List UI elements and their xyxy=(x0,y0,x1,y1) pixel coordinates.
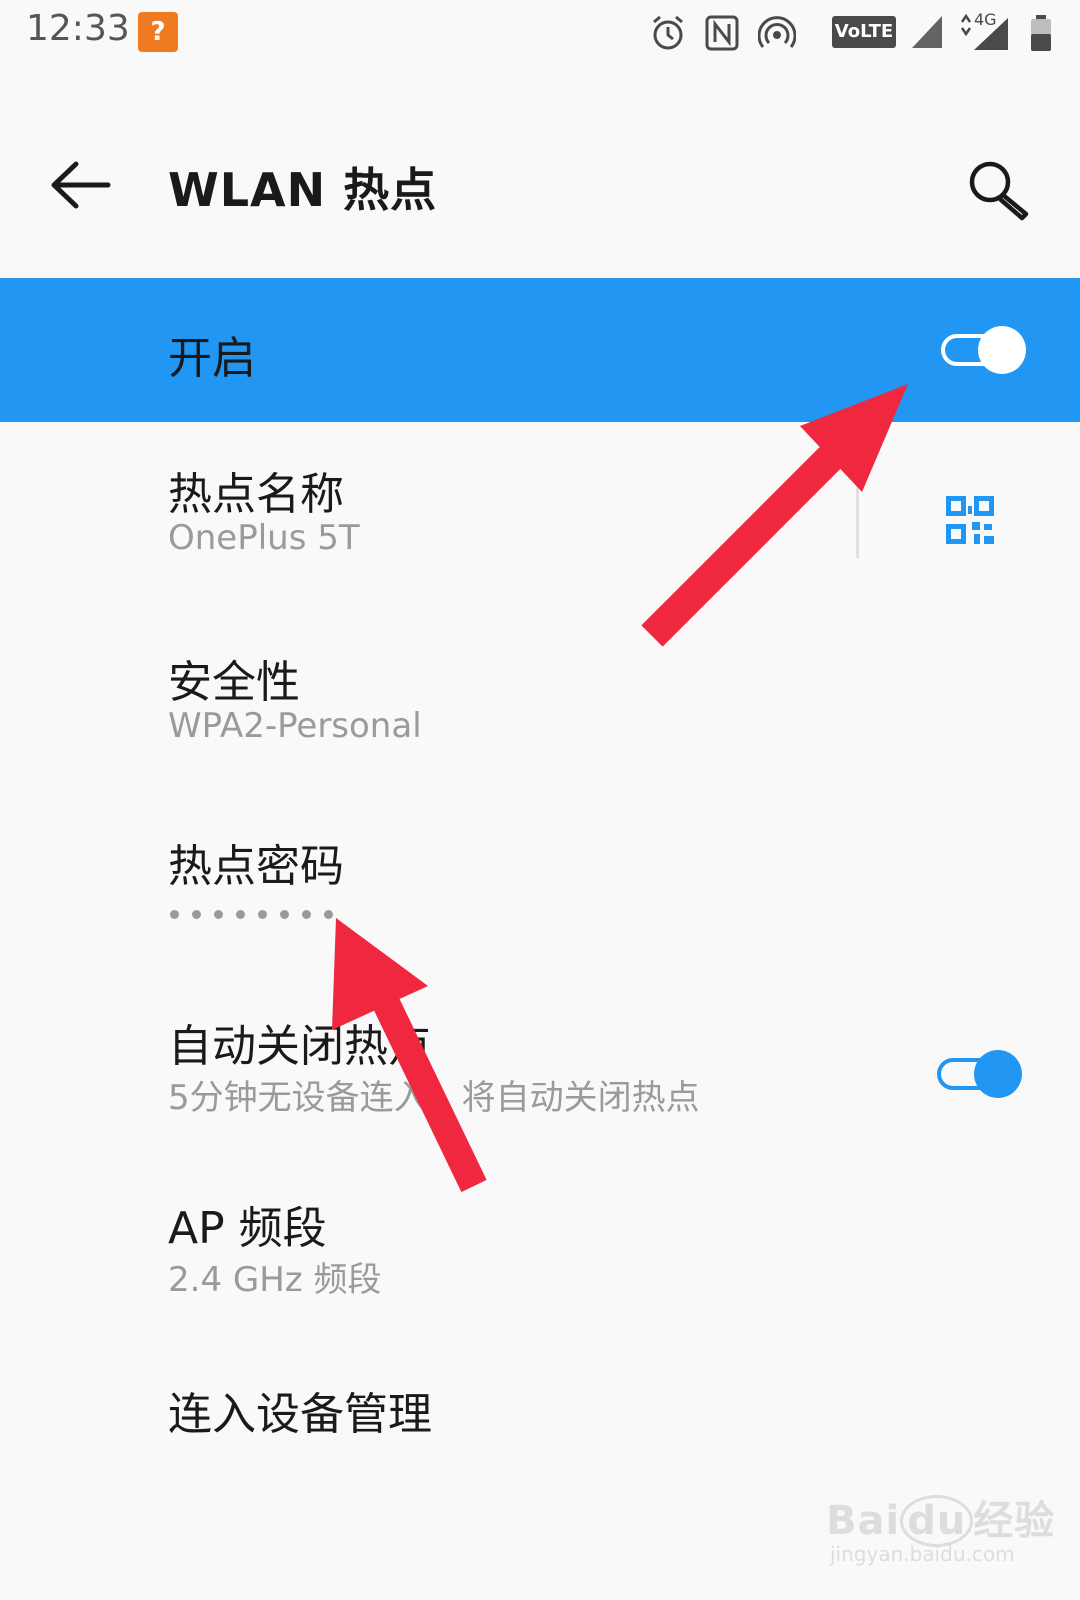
security-row[interactable]: 安全性 WPA2-Personal xyxy=(0,646,1080,796)
auto-off-subtitle: 5分钟无设备连入，将自动关闭热点 xyxy=(168,1078,700,1118)
ap-band-value: 2.4 GHz 频段 xyxy=(168,1260,382,1300)
device-management-title: 连入设备管理 xyxy=(168,1389,432,1440)
hotspot-name-title: 热点名称 xyxy=(168,469,344,520)
hotspot-name-row[interactable]: 热点名称 OnePlus 5T xyxy=(0,458,1080,608)
password-masked-value xyxy=(170,904,346,923)
search-icon[interactable] xyxy=(966,158,1032,224)
qr-code-icon[interactable] xyxy=(946,496,996,546)
master-toggle-switch[interactable] xyxy=(940,322,1030,378)
battery-icon xyxy=(1031,15,1051,51)
master-toggle-row[interactable]: 开启 xyxy=(0,278,1080,422)
alarm-icon xyxy=(653,15,683,50)
baidu-watermark-url: jingyan.baidu.com xyxy=(830,1542,1015,1566)
status-time: 12:33 xyxy=(26,8,130,49)
status-bar: 12:33 ? VoLTE 4G xyxy=(0,0,1080,66)
auto-off-toggle-switch[interactable] xyxy=(936,1046,1026,1102)
password-title: 热点密码 xyxy=(168,841,344,892)
arrow-left-icon[interactable] xyxy=(48,160,112,210)
auto-off-title: 自动关闭热点 xyxy=(168,1021,432,1072)
master-toggle-label: 开启 xyxy=(168,333,256,384)
hotspot-name-value: OnePlus 5T xyxy=(168,518,360,558)
app-notification-icon: ? xyxy=(138,12,178,52)
password-row[interactable]: 热点密码 xyxy=(0,830,1080,980)
app-bar: WLAN 热点 xyxy=(0,120,1080,250)
baidu-watermark-logo: Bai du 经验 xyxy=(826,1488,1055,1547)
row-divider xyxy=(856,478,859,558)
auto-off-row[interactable]: 自动关闭热点 5分钟无设备连入，将自动关闭热点 xyxy=(0,1010,1080,1160)
device-management-row[interactable]: 连入设备管理 xyxy=(0,1378,1080,1478)
network-type-label: 4G xyxy=(974,10,997,29)
page-title: WLAN 热点 xyxy=(168,163,438,217)
security-title: 安全性 xyxy=(168,657,300,708)
ap-band-row[interactable]: AP 频段 2.4 GHz 频段 xyxy=(0,1192,1080,1342)
security-value: WPA2-Personal xyxy=(168,706,422,746)
signal-icon xyxy=(912,16,942,48)
volte-icon: VoLTE xyxy=(832,16,896,48)
nfc-icon xyxy=(705,15,739,51)
ap-band-title: AP 频段 xyxy=(168,1203,327,1254)
hotspot-icon xyxy=(758,16,796,48)
